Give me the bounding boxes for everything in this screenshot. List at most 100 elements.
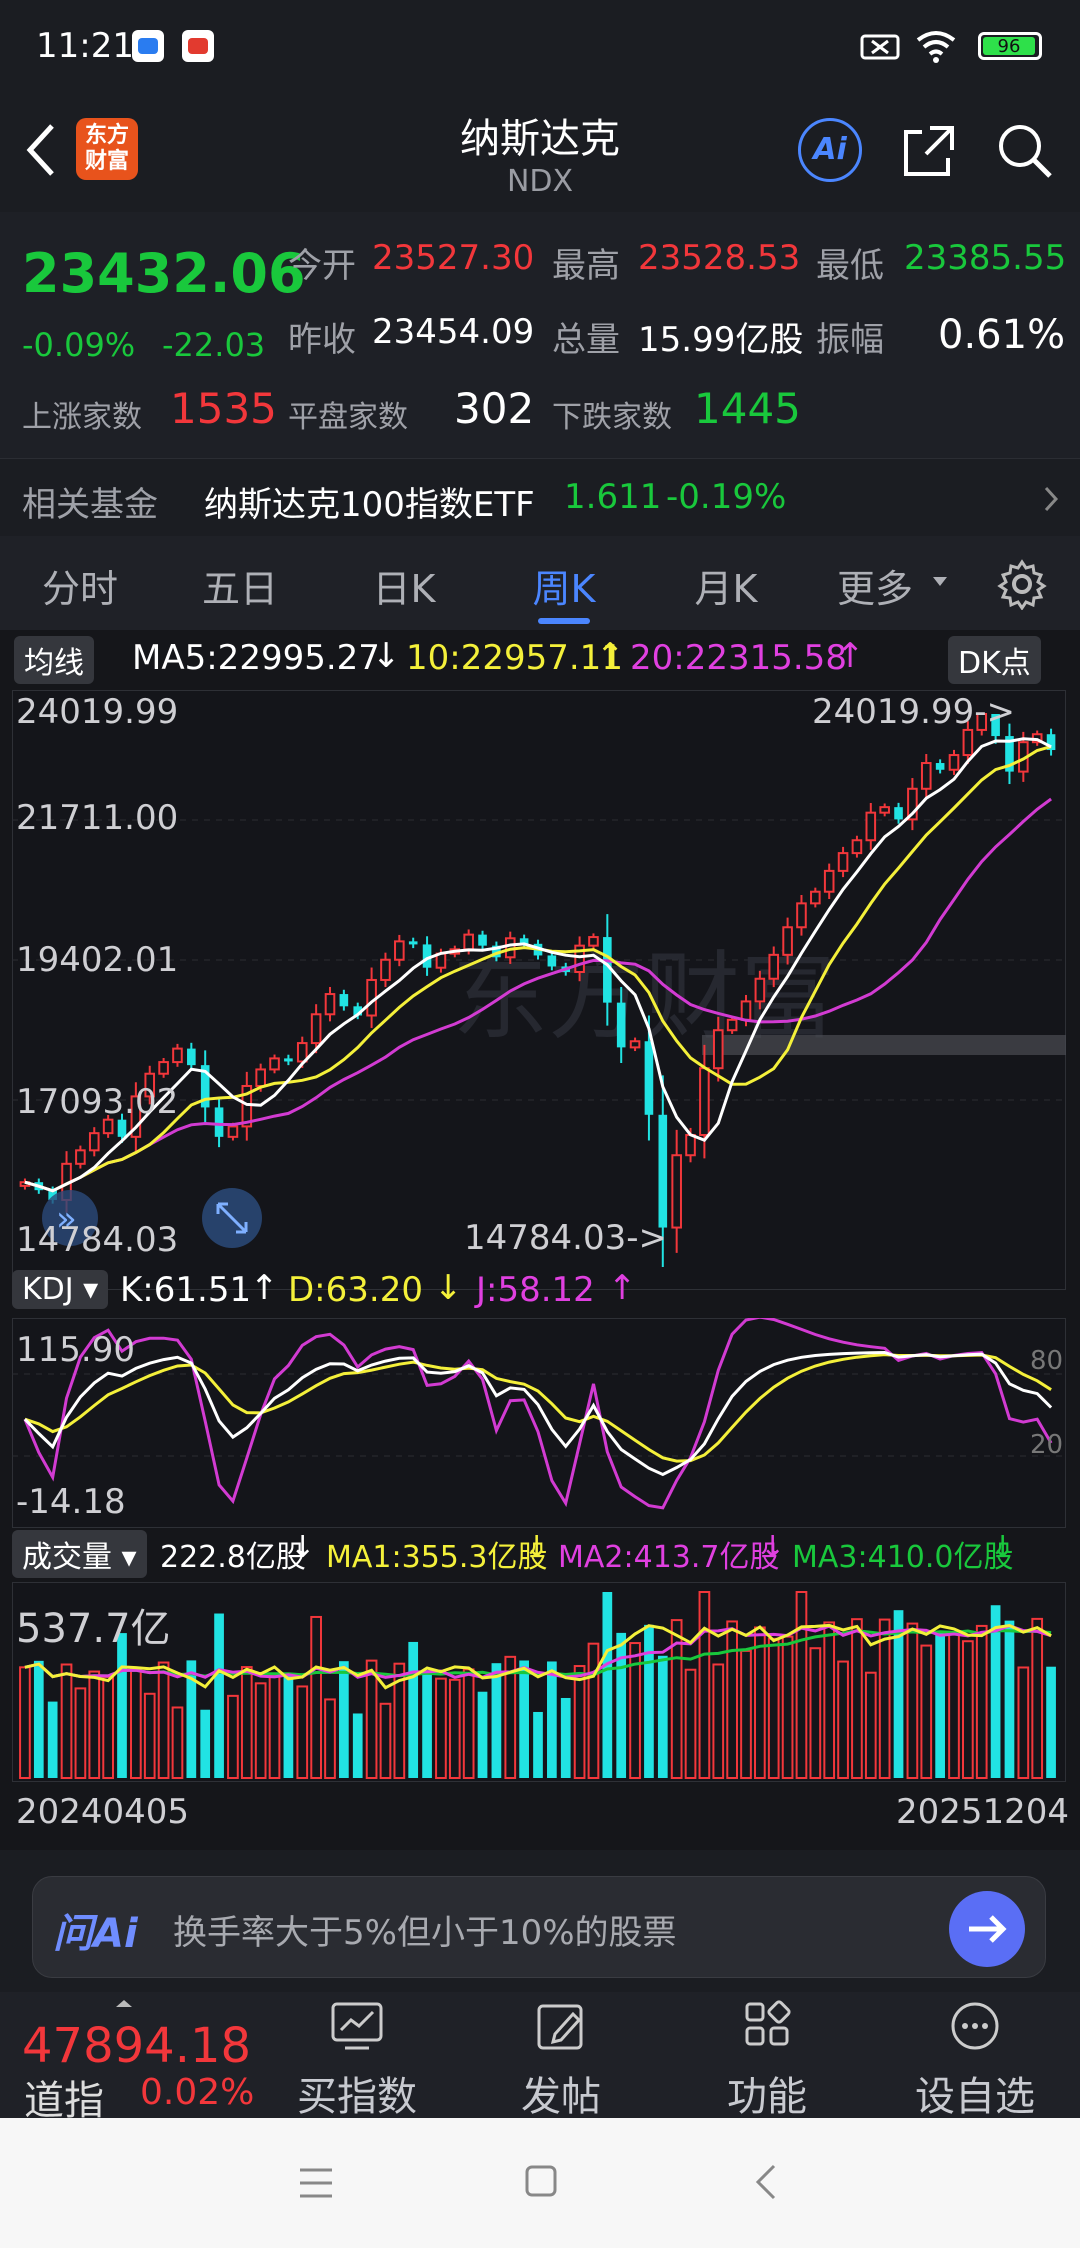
advancers-value: 1535	[170, 384, 277, 433]
candle-body	[658, 1114, 668, 1228]
volume-bar	[157, 1661, 170, 1779]
ask-ai-bar[interactable]: 问Ai 换手率大于5%但小于10%的股票	[32, 1876, 1046, 1978]
volume-bar	[533, 1711, 543, 1778]
volume-bar	[283, 1672, 294, 1778]
search-icon[interactable]	[996, 122, 1054, 180]
volume-bar	[435, 1677, 447, 1779]
home-icon[interactable]	[524, 2164, 558, 2198]
volume-bar	[352, 1713, 363, 1778]
dk-point-button[interactable]: DK点	[948, 636, 1041, 684]
volume-selector-button[interactable]: 成交量 ▾	[12, 1530, 147, 1578]
amplitude-value: 0.61%	[938, 312, 1066, 358]
settings-gear-icon[interactable]	[996, 558, 1048, 610]
candle-body	[284, 1058, 293, 1062]
volume-bar	[379, 1702, 392, 1779]
ma10-legend: 10:22957.11	[406, 638, 623, 678]
ma-selector-button[interactable]: 均线	[14, 636, 94, 684]
candlestick-chart[interactable]: 东方财富 »	[12, 690, 1066, 1290]
candle-body	[408, 941, 418, 945]
ask-send-button[interactable]	[949, 1891, 1025, 1967]
vol-arrow-icon: ↓	[290, 1530, 316, 1565]
y-tick-3: 19402.01	[16, 940, 179, 980]
tab-monthly-k[interactable]: 月K	[656, 558, 796, 613]
volume-bar	[143, 1692, 156, 1779]
nav-buy-index[interactable]: 买指数	[282, 2000, 432, 2122]
low-label: 最低	[816, 246, 884, 286]
volume-bar	[657, 1655, 668, 1778]
volume-bar	[102, 1675, 114, 1779]
volume-bar	[296, 1685, 309, 1779]
expand-up-icon[interactable]	[114, 1998, 134, 2008]
volume-bar	[200, 1709, 211, 1778]
volume-ma3: MA3:410.0亿股	[792, 1540, 1014, 1575]
volume-bar	[1004, 1620, 1015, 1778]
candle-body	[671, 1154, 682, 1229]
volume-bar	[448, 1678, 461, 1779]
kdj-selector-button[interactable]: KDJ ▾	[12, 1270, 109, 1309]
volume-bar	[491, 1663, 502, 1778]
k-arrow-icon: ↑	[250, 1268, 279, 1308]
volume-bar	[644, 1624, 654, 1778]
d-value: D:63.20	[288, 1270, 423, 1310]
volume-bar	[547, 1661, 557, 1778]
nav-functions[interactable]: 功能	[692, 2000, 842, 2122]
volume-bar	[795, 1591, 808, 1779]
volume-bar	[823, 1621, 836, 1779]
candle-body	[685, 1134, 696, 1157]
volume-bar	[74, 1687, 87, 1779]
tab-intraday[interactable]: 分时	[10, 558, 150, 613]
volume-bar	[422, 1670, 432, 1778]
ai-button[interactable]: Ai	[798, 118, 862, 182]
decliners-value: 1445	[694, 384, 801, 433]
candle-body	[172, 1047, 183, 1064]
vol-ma2-arrow-icon: ↓	[760, 1530, 786, 1565]
tab-five-day[interactable]: 五日	[170, 558, 310, 613]
amplitude-label: 振幅	[816, 320, 884, 360]
candle-body	[768, 953, 780, 980]
volume-bar	[975, 1624, 988, 1780]
candle-body	[754, 977, 766, 1003]
kdj-chart[interactable]	[12, 1318, 1066, 1528]
tab-weekly-k[interactable]: 周K	[494, 558, 634, 613]
candle-body	[227, 1125, 239, 1138]
candle-body	[394, 940, 405, 961]
j-arrow-icon: ↑	[608, 1268, 637, 1308]
recent-apps-icon[interactable]	[298, 2166, 334, 2200]
volume-bar	[504, 1655, 517, 1779]
active-tab-indicator	[538, 618, 590, 624]
nav-post[interactable]: 发帖	[486, 2000, 636, 2122]
volume-ma2: MA2:413.7亿股	[558, 1540, 780, 1575]
candle-body	[740, 1000, 752, 1021]
volume-bar	[962, 1640, 974, 1779]
edit-icon	[537, 2004, 583, 2050]
dk-zone	[702, 1035, 1066, 1055]
status-time: 11:21	[36, 26, 134, 66]
related-fund-row[interactable]: 相关基金 纳斯达克100指数ETF 1.611 -0.19%	[0, 458, 1080, 538]
volume-bar	[851, 1618, 863, 1779]
candle-body	[712, 1029, 724, 1070]
volume-bar	[906, 1622, 919, 1779]
candle-body	[948, 754, 960, 771]
volume-bar	[809, 1647, 822, 1780]
candle-body	[616, 1002, 626, 1048]
prev-close-label: 昨收	[288, 320, 356, 360]
candle-body	[810, 890, 821, 905]
tab-more[interactable]: 更多	[820, 558, 930, 613]
volume-bar	[573, 1665, 586, 1779]
quote-panel: 23432.06 -0.09% -22.03 今开 23527.30 最高 23…	[0, 212, 1080, 458]
system-back-icon[interactable]	[754, 2162, 778, 2202]
volume-bar	[365, 1659, 378, 1779]
ask-ai-input[interactable]: 换手率大于5%但小于10%的股票	[173, 1905, 677, 1954]
volume-bar	[948, 1633, 960, 1780]
volume-value: 15.99亿股	[638, 320, 804, 360]
volume-bar	[33, 1660, 44, 1778]
candle-body	[75, 1149, 86, 1165]
share-icon[interactable]	[900, 122, 958, 180]
candle-body	[726, 1018, 738, 1032]
battery-icon: 96	[978, 32, 1042, 60]
volume-bar	[1046, 1666, 1056, 1778]
nav-add-watchlist[interactable]: 设自选	[900, 2000, 1050, 2122]
chart-area[interactable]: 均线 MA5:22995.27 ↓ 10:22957.11 ↑ 20:22315…	[0, 630, 1080, 1850]
volume-bar	[767, 1637, 780, 1779]
tab-daily-k[interactable]: 日K	[334, 558, 474, 613]
